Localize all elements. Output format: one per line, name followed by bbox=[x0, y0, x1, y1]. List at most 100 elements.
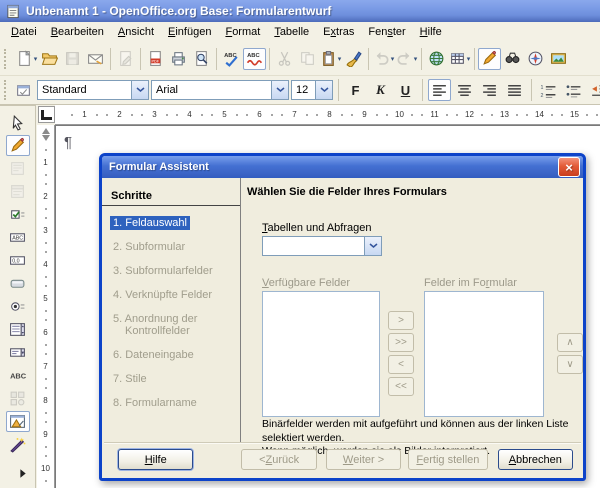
copy-icon bbox=[299, 50, 316, 67]
toolbar-separator bbox=[422, 79, 423, 101]
label-control-button[interactable]: ABC bbox=[6, 365, 30, 386]
numbered-list-button[interactable]: 12 bbox=[537, 79, 560, 101]
menu-tabelle[interactable]: Tabelle bbox=[267, 24, 316, 40]
decrease-indent-button[interactable] bbox=[587, 79, 600, 101]
indent-marker-icon[interactable] bbox=[42, 135, 50, 141]
form-design-button[interactable] bbox=[6, 411, 30, 432]
bullet-list-button[interactable] bbox=[562, 79, 585, 101]
italic-button[interactable]: K bbox=[369, 79, 392, 101]
justify-button[interactable] bbox=[503, 79, 526, 101]
align-center-button[interactable] bbox=[453, 79, 476, 101]
transfer-buttons: >>><<< bbox=[388, 311, 414, 396]
chevron-down-icon[interactable] bbox=[364, 237, 381, 255]
menu-bearbeiten[interactable]: Bearbeiten bbox=[44, 24, 111, 40]
chevron-down-icon[interactable] bbox=[271, 81, 288, 99]
open-folder-button[interactable] bbox=[38, 48, 61, 70]
move-up-button: ∧ bbox=[557, 333, 583, 352]
format-paintbrush-button[interactable] bbox=[342, 48, 365, 70]
tab-stop-selector[interactable] bbox=[38, 106, 55, 123]
menu-fenster[interactable]: Fenster bbox=[361, 24, 412, 40]
menu-datei[interactable]: Datei bbox=[4, 24, 44, 40]
toolbar-drag-handle[interactable] bbox=[4, 49, 11, 69]
wizard-step-3: 3. Subformularfelder bbox=[110, 264, 216, 278]
insert-table-button[interactable]: ▾ bbox=[448, 48, 471, 70]
font-name-select[interactable]: Arial bbox=[151, 80, 289, 100]
underline-label: U bbox=[401, 83, 410, 98]
gallery-icon bbox=[550, 50, 567, 67]
bold-button[interactable]: F bbox=[344, 79, 367, 101]
toolbar-drag-handle[interactable] bbox=[4, 80, 6, 100]
chevron-down-icon[interactable] bbox=[315, 81, 332, 99]
tables-queries-label: Tabellen und Abfragen bbox=[262, 222, 371, 234]
dropdown-arrow-icon[interactable]: ▾ bbox=[338, 55, 342, 63]
underline-button[interactable]: U bbox=[394, 79, 417, 101]
dropdown-arrow-icon[interactable]: ▾ bbox=[414, 55, 418, 63]
edit-file-button bbox=[114, 48, 137, 70]
text-box-control-button[interactable]: ABC bbox=[6, 227, 30, 248]
gallery-button[interactable] bbox=[547, 48, 570, 70]
combo-box-control-button[interactable] bbox=[6, 342, 30, 363]
align-right-button[interactable] bbox=[478, 79, 501, 101]
list-box-control-button[interactable] bbox=[6, 319, 30, 340]
edit-file-icon bbox=[117, 50, 134, 67]
menu-einfuegen[interactable]: Einfügen bbox=[161, 24, 218, 40]
print-button[interactable] bbox=[167, 48, 190, 70]
export-pdf-button[interactable]: PDF bbox=[144, 48, 167, 70]
menu-format[interactable]: Format bbox=[218, 24, 267, 40]
wizard-step-1[interactable]: 1. Feldauswahl bbox=[110, 216, 190, 230]
design-mode-icon bbox=[9, 137, 26, 154]
wizard-step-4: 4. Verknüpfte Felder bbox=[110, 288, 215, 302]
wizard-button[interactable] bbox=[6, 434, 30, 455]
dropdown-arrow-icon[interactable]: ▾ bbox=[391, 55, 395, 63]
svg-text:ABC: ABC bbox=[12, 236, 23, 242]
select-arrow-icon bbox=[9, 114, 26, 131]
cancel-button[interactable]: Abbrechen bbox=[498, 449, 573, 470]
menu-hilfe[interactable]: Hilfe bbox=[413, 24, 449, 40]
indent-marker-icon[interactable] bbox=[42, 128, 50, 134]
fields-in-form-list[interactable] bbox=[424, 291, 544, 417]
form-wizard-dialog: Formular Assistent × Schritte 1. Feldaus… bbox=[99, 153, 586, 481]
dropdown-arrow-icon[interactable]: ▾ bbox=[467, 55, 471, 63]
expand-right-button[interactable] bbox=[10, 463, 34, 484]
paste-button[interactable]: ▾ bbox=[319, 48, 342, 70]
navigator-button[interactable] bbox=[524, 48, 547, 70]
font-size-value: 12 bbox=[292, 84, 315, 96]
available-fields-list[interactable] bbox=[262, 291, 380, 417]
dialog-title: Formular Assistent bbox=[109, 161, 209, 173]
save-icon bbox=[64, 50, 81, 67]
select-arrow-button[interactable] bbox=[6, 112, 30, 133]
menu-ansicht[interactable]: Ansicht bbox=[111, 24, 161, 40]
find-replace-button[interactable] bbox=[501, 48, 524, 70]
undo-button: ▾ bbox=[372, 48, 395, 70]
page-preview-button[interactable] bbox=[190, 48, 213, 70]
dropdown-arrow-icon[interactable]: ▾ bbox=[34, 55, 38, 63]
styles-window-button[interactable] bbox=[12, 79, 35, 101]
spellcheck-button[interactable]: ABC bbox=[220, 48, 243, 70]
new-document-button[interactable]: ▾ bbox=[15, 48, 38, 70]
hyperlink-button[interactable] bbox=[425, 48, 448, 70]
wizard-step-6: 6. Dateneingabe bbox=[110, 348, 197, 362]
align-left-button[interactable] bbox=[428, 79, 451, 101]
tables-queries-select[interactable] bbox=[262, 236, 382, 256]
push-button-control-button[interactable] bbox=[6, 273, 30, 294]
auto-spellcheck-button[interactable]: ABC bbox=[243, 48, 266, 70]
formatted-field-button[interactable]: 0,0 bbox=[6, 250, 30, 271]
design-mode-button[interactable] bbox=[6, 135, 30, 156]
chevron-down-icon[interactable] bbox=[131, 81, 148, 99]
design-mode-button[interactable] bbox=[478, 48, 501, 70]
paste-icon bbox=[320, 50, 337, 67]
combo-box-control-icon bbox=[9, 344, 26, 361]
checkbox-control-button[interactable] bbox=[6, 204, 30, 225]
option-button-control-button[interactable] bbox=[6, 296, 30, 317]
left-tab-icon bbox=[41, 110, 52, 120]
option-button-control-icon bbox=[9, 298, 26, 315]
vertical-ruler: 12345678910 bbox=[37, 125, 55, 488]
list-box-control-icon bbox=[9, 321, 26, 338]
new-document-icon bbox=[16, 50, 33, 67]
paragraph-style-select[interactable]: Standard bbox=[37, 80, 149, 100]
close-icon[interactable]: × bbox=[558, 157, 580, 177]
help-button[interactable]: Hilfe bbox=[118, 449, 193, 470]
send-email-button[interactable] bbox=[84, 48, 107, 70]
font-size-select[interactable]: 12 bbox=[291, 80, 333, 100]
menu-extras[interactable]: Extras bbox=[316, 24, 361, 40]
